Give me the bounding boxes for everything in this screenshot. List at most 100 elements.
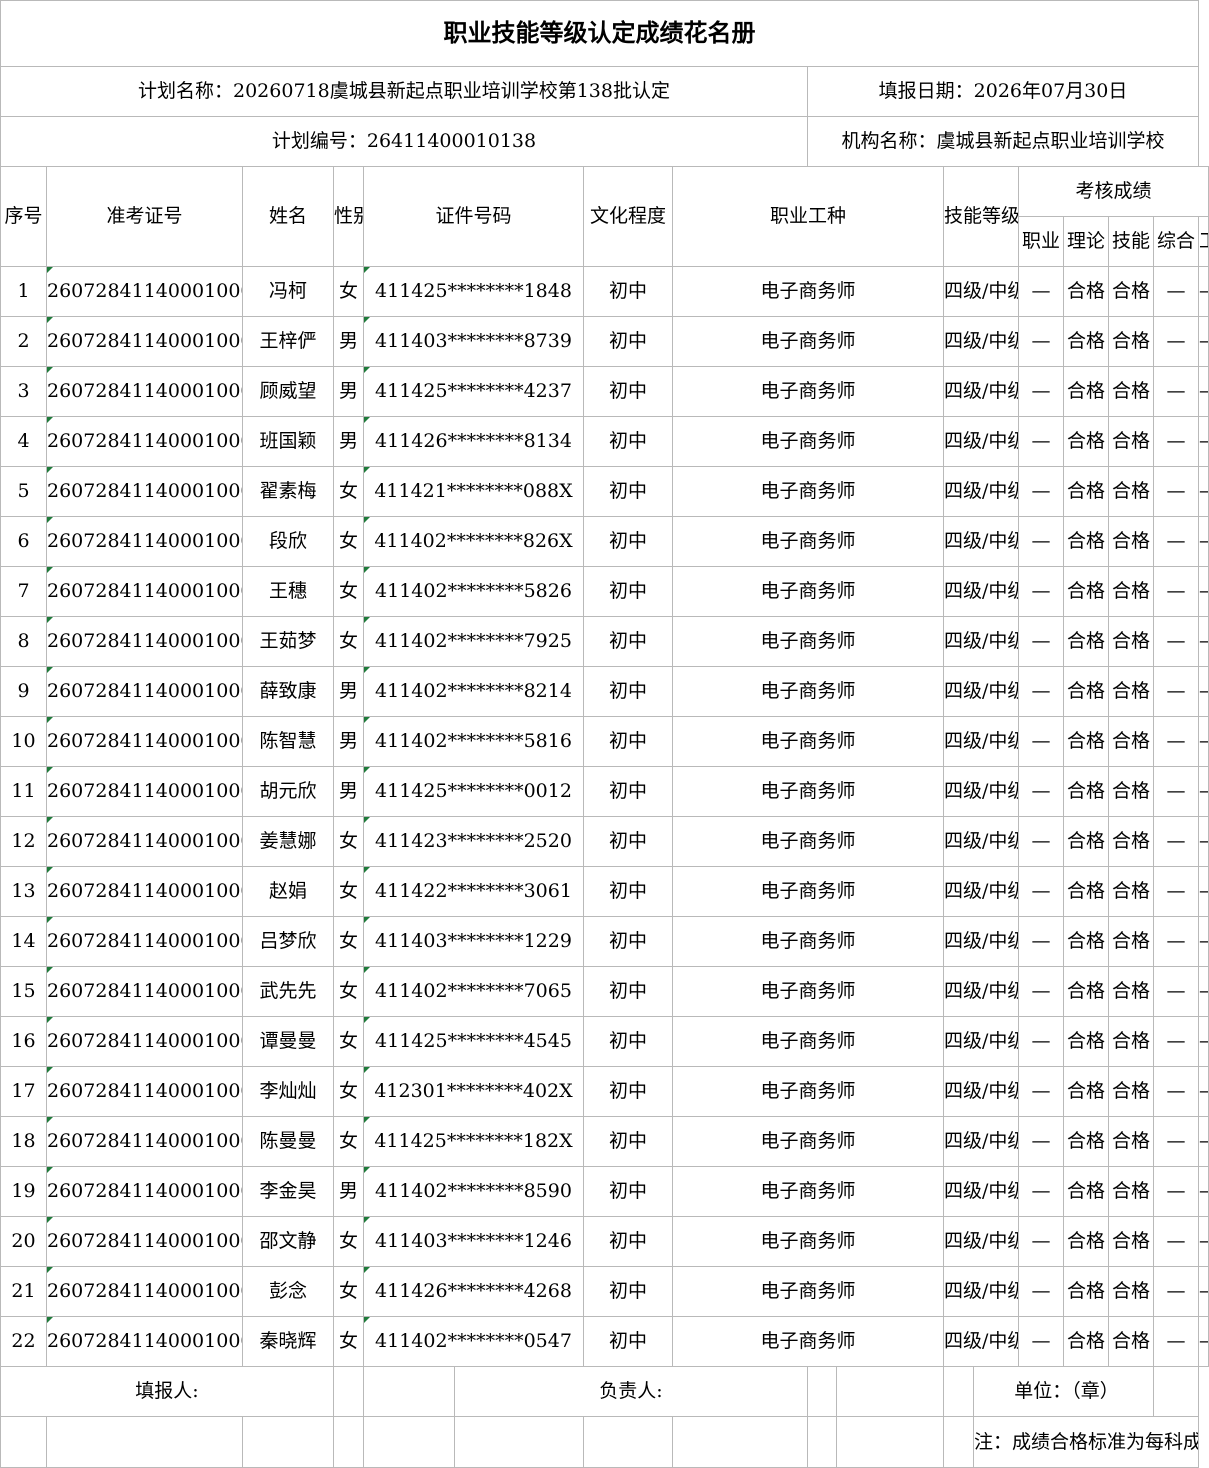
row-score-1: —	[1018, 1116, 1064, 1167]
row-education: 初中	[583, 1316, 673, 1367]
row-education: 初中	[583, 566, 673, 617]
row-seq: 9	[0, 666, 47, 717]
row-gender: 女	[333, 1016, 364, 1067]
footer-blank	[943, 1366, 974, 1417]
row-gender: 男	[333, 316, 364, 367]
row-score-4: —	[1153, 316, 1199, 367]
footer-blank	[836, 1366, 944, 1417]
row-gender: 女	[333, 1266, 364, 1317]
row-score-2: 合格	[1063, 1016, 1109, 1067]
row-name: 谭曼曼	[242, 1016, 334, 1067]
row-id-no: 411423********2520	[363, 816, 584, 867]
row-score-2: 合格	[1063, 266, 1109, 317]
footer-blank	[943, 1416, 974, 1468]
row-occupation: 电子商务师	[672, 666, 944, 717]
table-row: 72607284114000100009王穗女411402********582…	[0, 566, 1209, 617]
row-seq: 7	[0, 566, 47, 617]
row-score-4: —	[1153, 1016, 1199, 1067]
row-level: 四级/中级工	[943, 1066, 1019, 1117]
row-id-no: 411402********8590	[363, 1166, 584, 1217]
row-score-1: —	[1018, 916, 1064, 967]
row-occupation: 电子商务师	[672, 866, 944, 917]
row-gender: 男	[333, 416, 364, 467]
header-sub-4: 综合	[1153, 216, 1199, 267]
row-gender: 女	[333, 516, 364, 567]
header-exam-no: 准考证号	[46, 166, 243, 267]
row-education: 初中	[583, 466, 673, 517]
row-exam-no: 2607284114000100005	[46, 416, 243, 467]
row-exam-no: 2607284114000100016	[46, 916, 243, 967]
row-score-5: —	[1198, 1316, 1209, 1367]
row-score-5: —	[1198, 566, 1209, 617]
row-score-3: 合格	[1108, 1216, 1154, 1267]
row-occupation: 电子商务师	[672, 616, 944, 667]
row-seq: 5	[0, 466, 47, 517]
row-level: 四级/中级工	[943, 1166, 1019, 1217]
row-score-3: 合格	[1108, 316, 1154, 367]
row-score-2: 合格	[1063, 916, 1109, 967]
roster-table: 职业技能等级认定成绩花名册 计划名称：20260718虞城县新起点职业培训学校第…	[0, 0, 1209, 1468]
row-score-3: 合格	[1108, 566, 1154, 617]
row-exam-no: 2607284114000100011	[46, 666, 243, 717]
row-level: 四级/中级工	[943, 366, 1019, 417]
table-row: 132607284114000100015赵娟女411422********30…	[0, 866, 1209, 917]
row-level: 四级/中级工	[943, 766, 1019, 817]
row-id-no: 411402********0547	[363, 1316, 584, 1367]
table-row: 202607284114000100024邵文静女411403********1…	[0, 1216, 1209, 1267]
footer-blank	[807, 1366, 837, 1417]
row-name: 王梓俨	[242, 316, 334, 367]
row-name: 胡元欣	[242, 766, 334, 817]
row-id-no: 411403********1229	[363, 916, 584, 967]
row-score-2: 合格	[1063, 866, 1109, 917]
row-gender: 男	[333, 716, 364, 767]
row-name: 班国颖	[242, 416, 334, 467]
row-gender: 女	[333, 1216, 364, 1267]
row-education: 初中	[583, 1166, 673, 1217]
row-score-1: —	[1018, 516, 1064, 567]
row-score-3: 合格	[1108, 866, 1154, 917]
row-seq: 6	[0, 516, 47, 567]
row-score-3: 合格	[1108, 716, 1154, 767]
row-score-1: —	[1018, 816, 1064, 867]
row-id-no: 411425********182X	[363, 1116, 584, 1167]
table-row: 152607284114000100018武先先女411402********7…	[0, 966, 1209, 1017]
row-exam-no: 2607284114000100003	[46, 316, 243, 367]
header-sub-2: 理论	[1063, 216, 1109, 267]
row-occupation: 电子商务师	[672, 416, 944, 467]
table-row: 62607284114000100007段欣女411402********826…	[0, 516, 1209, 567]
table-row: 212607284114000100025彭念女411426********42…	[0, 1266, 1209, 1317]
row-score-5: —	[1198, 666, 1209, 717]
row-seq: 11	[0, 766, 47, 817]
row-seq: 15	[0, 966, 47, 1017]
row-seq: 10	[0, 716, 47, 767]
row-level: 四级/中级工	[943, 1316, 1019, 1367]
row-level: 四级/中级工	[943, 316, 1019, 367]
row-id-no: 411421********088X	[363, 466, 584, 517]
row-seq: 8	[0, 616, 47, 667]
row-name: 赵娟	[242, 866, 334, 917]
row-education: 初中	[583, 916, 673, 967]
row-id-no: 411425********4237	[363, 366, 584, 417]
row-exam-no: 2607284114000100006	[46, 466, 243, 517]
row-score-1: —	[1018, 766, 1064, 817]
row-score-2: 合格	[1063, 416, 1109, 467]
row-score-2: 合格	[1063, 466, 1109, 517]
row-level: 四级/中级工	[943, 466, 1019, 517]
row-occupation: 电子商务师	[672, 966, 944, 1017]
header-sub-3: 技能	[1108, 216, 1154, 267]
row-level: 四级/中级工	[943, 666, 1019, 717]
row-education: 初中	[583, 366, 673, 417]
row-score-1: —	[1018, 1016, 1064, 1067]
table-row: 82607284114000100010王茹梦女411402********79…	[0, 616, 1209, 667]
row-gender: 女	[333, 966, 364, 1017]
row-score-5: —	[1198, 1016, 1209, 1067]
table-row: 112607284114000100013胡元欣男411425********0…	[0, 766, 1209, 817]
row-score-1: —	[1018, 416, 1064, 467]
row-score-1: —	[1018, 866, 1064, 917]
row-score-4: —	[1153, 1116, 1199, 1167]
row-seq: 21	[0, 1266, 47, 1317]
row-score-4: —	[1153, 1066, 1199, 1117]
row-name: 段欣	[242, 516, 334, 567]
row-score-4: —	[1153, 1316, 1199, 1367]
row-education: 初中	[583, 1266, 673, 1317]
